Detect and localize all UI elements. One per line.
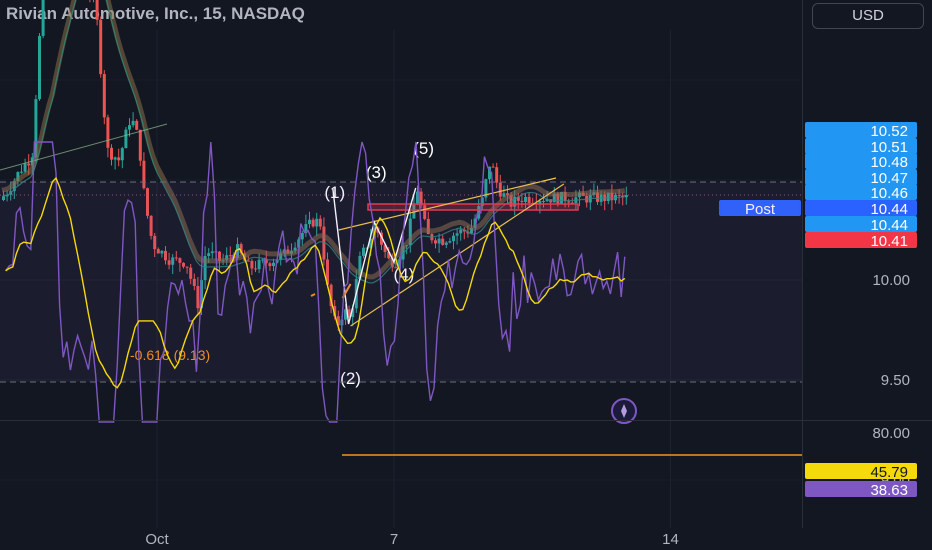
price-tag-value: 10.44 xyxy=(870,217,908,234)
candle-body xyxy=(23,163,27,172)
rsi-tick: 80.00 xyxy=(872,425,910,442)
price-tag-value: 10.52 xyxy=(870,123,908,140)
candle-body xyxy=(110,147,113,160)
candle-body xyxy=(138,129,142,161)
candle-body xyxy=(495,167,499,183)
candle-body xyxy=(41,0,45,36)
rsi-ma-tag-value: 45.79 xyxy=(870,464,908,481)
price-axis-divider xyxy=(802,0,803,528)
candle-body xyxy=(135,120,139,130)
candle-body xyxy=(27,163,31,166)
chart-svg[interactable]: (1)(2)(3)(4)(5)-0.618 (9.13)12.5012.0010… xyxy=(0,0,932,550)
wave-label-3: (3) xyxy=(366,163,387,182)
candle-body xyxy=(106,117,110,148)
candle-body xyxy=(20,171,23,173)
price-tag-value: 10.44 xyxy=(870,201,908,218)
trend-line xyxy=(0,123,168,171)
time-tick: Oct xyxy=(145,531,169,548)
candle-body xyxy=(99,19,103,75)
candle-body xyxy=(95,0,99,20)
candle-body xyxy=(491,166,495,168)
chart-root[interactable]: Rivian Automotive, Inc., 15, NASDAQ USD … xyxy=(0,0,932,550)
candle-body xyxy=(131,120,135,126)
candle-body xyxy=(128,125,131,130)
candle-body xyxy=(113,157,117,160)
rsi-band xyxy=(0,182,802,382)
price-tag-value: 10.48 xyxy=(870,154,908,171)
candle-body xyxy=(102,74,106,118)
rsi-tag-value: 38.63 xyxy=(870,482,908,499)
price-tick: 9.50 xyxy=(881,372,910,389)
candle-body xyxy=(38,35,41,100)
candle-body xyxy=(117,157,121,161)
price-tag-value: 10.46 xyxy=(870,185,908,202)
candle-body xyxy=(124,129,128,149)
candle-body xyxy=(120,148,124,161)
price-tick: 10.00 xyxy=(872,272,910,289)
pane-divider xyxy=(0,420,932,421)
time-tick: 7 xyxy=(390,531,398,548)
price-tag-value: 10.41 xyxy=(870,233,908,250)
time-tick: 14 xyxy=(662,531,679,548)
